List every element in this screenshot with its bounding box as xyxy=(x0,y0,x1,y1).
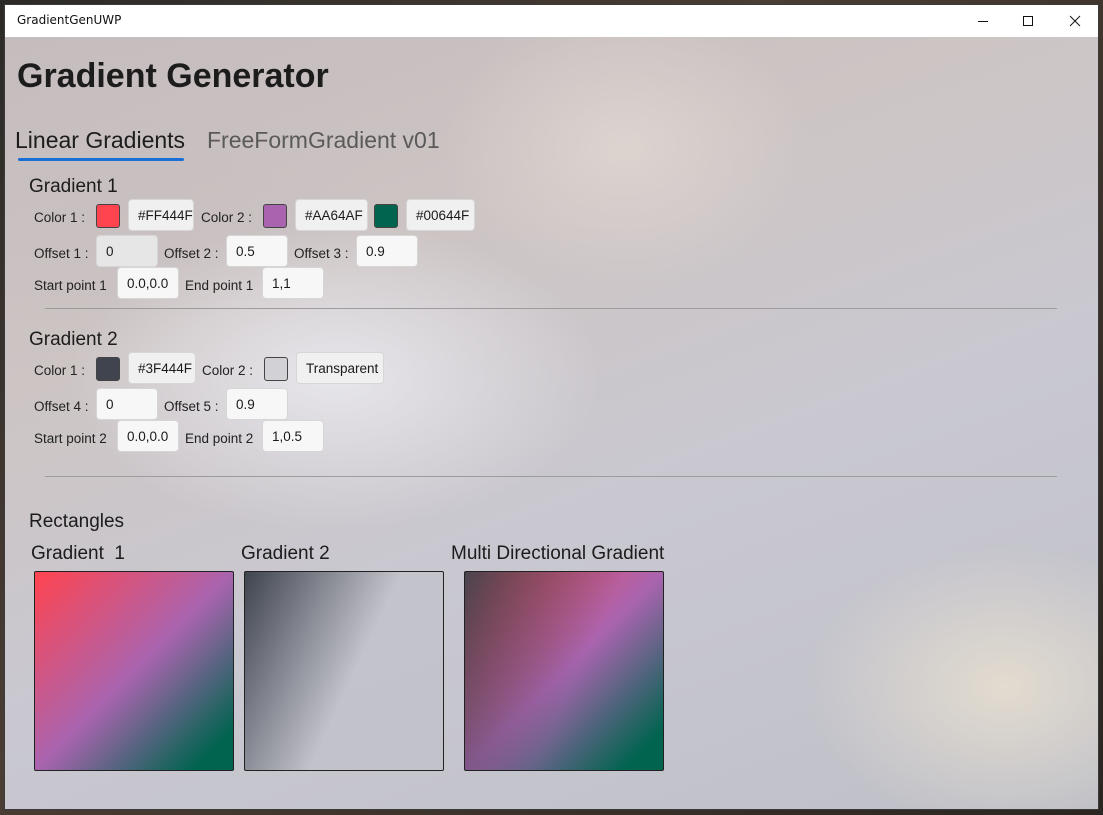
section-divider xyxy=(45,476,1057,477)
gradient1-color1-input[interactable]: #FF444F xyxy=(128,199,194,231)
maximize-button[interactable] xyxy=(1005,5,1051,37)
rect-gradient1-label: Gradient 1 xyxy=(31,543,125,564)
gradient1-color3-input[interactable]: #00644F xyxy=(406,199,475,231)
gradient2-offset5-input[interactable]: 0.9 xyxy=(226,388,288,420)
gradient1-start-label: Start point 1 xyxy=(34,278,107,293)
gradient1-offset2-label: Offset 2 : xyxy=(164,246,219,261)
gradient2-color1-label: Color 1 : xyxy=(34,363,86,378)
multi-gradient-preview-rect xyxy=(464,571,664,771)
gradient1-color2-label: Color 2 : xyxy=(201,210,253,225)
minimize-icon xyxy=(978,21,988,22)
close-button[interactable] xyxy=(1052,5,1098,37)
gradient1-end-label: End point 1 xyxy=(185,278,254,293)
rect-multi-label: Multi Directional Gradient xyxy=(451,543,665,564)
gradient2-start-label: Start point 2 xyxy=(34,431,107,446)
page-title: Gradient Generator xyxy=(17,57,329,95)
app-window: GradientGenUWP Gradient Generator Linear… xyxy=(5,5,1098,809)
selected-tab-indicator xyxy=(18,158,184,161)
gradient2-color1-swatch[interactable] xyxy=(96,357,120,381)
gradient2-preview-rect xyxy=(244,571,444,771)
title-bar[interactable]: GradientGenUWP xyxy=(5,5,1098,37)
gradient2-end-input[interactable]: 1,0.5 xyxy=(262,420,324,452)
gradient1-color2-input[interactable]: #AA64AF xyxy=(295,199,368,231)
gradient1-title: Gradient 1 xyxy=(29,176,118,197)
gradient2-offset4-label: Offset 4 : xyxy=(34,399,89,414)
gradient1-offset2-input[interactable]: 0.5 xyxy=(226,235,288,267)
window-title: GradientGenUWP xyxy=(17,13,122,27)
close-icon xyxy=(1069,15,1081,27)
gradient2-offset5-label: Offset 5 : xyxy=(164,399,219,414)
gradient1-end-input[interactable]: 1,1 xyxy=(262,267,324,299)
tab-linear-gradients[interactable]: Linear Gradients xyxy=(15,127,185,154)
maximize-icon xyxy=(1023,16,1033,26)
rectangles-title: Rectangles xyxy=(29,511,125,532)
gradient1-color2-swatch[interactable] xyxy=(263,204,287,228)
gradient2-start-input[interactable]: 0.0,0.0 xyxy=(117,420,179,452)
main-content: Gradient Generator Linear Gradients Free… xyxy=(5,37,1098,809)
gradient2-end-label: End point 2 xyxy=(185,431,254,446)
gradient2-color2-swatch[interactable] xyxy=(264,357,288,381)
gradient2-color2-input[interactable]: Transparent xyxy=(296,352,384,384)
gradient1-preview-rect xyxy=(34,571,234,771)
gradient1-offset1-input[interactable]: 0 xyxy=(96,235,158,267)
gradient2-color1-input[interactable]: #3F444F xyxy=(128,352,196,384)
section-divider xyxy=(45,308,1057,309)
gradient1-offset3-label: Offset 3 : xyxy=(294,246,349,261)
minimize-button[interactable] xyxy=(960,5,1006,37)
gradient1-start-input[interactable]: 0.0,0.0 xyxy=(117,267,179,299)
tab-freeform-gradient[interactable]: FreeFormGradient v01 xyxy=(207,127,440,154)
gradient1-color1-swatch[interactable] xyxy=(96,204,120,228)
gradient1-offset1-label: Offset 1 : xyxy=(34,246,89,261)
rect-gradient2-label: Gradient 2 xyxy=(241,543,330,564)
gradient1-color3-swatch[interactable] xyxy=(374,204,398,228)
gradient2-color2-label: Color 2 : xyxy=(202,363,254,378)
gradient2-offset4-input[interactable]: 0 xyxy=(96,388,158,420)
gradient1-color1-label: Color 1 : xyxy=(34,210,86,225)
gradient2-title: Gradient 2 xyxy=(29,329,118,350)
gradient1-offset3-input[interactable]: 0.9 xyxy=(356,235,418,267)
